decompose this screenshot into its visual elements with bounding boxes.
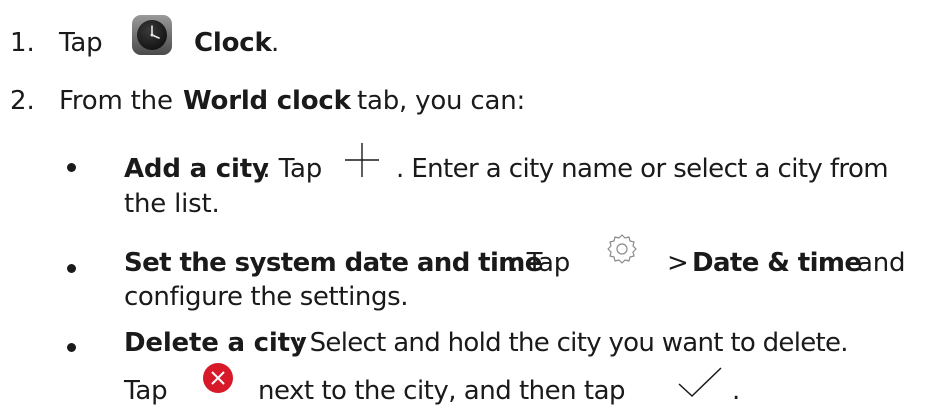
step-number: 2.: [10, 86, 35, 116]
bullet-title: Delete a city: [124, 328, 307, 358]
bullet-text: the list.: [124, 189, 220, 219]
delete-icon: [201, 361, 235, 399]
bullet-title: Add a city: [124, 154, 269, 184]
date-time-label: Date & time: [692, 248, 862, 278]
step-text: Tap: [59, 28, 103, 58]
bullet-text: next to the city, and then tap: [258, 376, 626, 406]
checkmark-icon: [676, 364, 724, 404]
bullet-dot: [67, 343, 76, 352]
clock-app-icon: [131, 14, 173, 60]
bullet-text: : Tap: [510, 248, 571, 278]
bullet-title: Set the system date and time: [124, 248, 542, 278]
plus-icon: [343, 141, 381, 183]
bullet-text: Tap: [124, 376, 168, 406]
bullet-text: : Tap: [262, 154, 323, 184]
bullet-text: : Select and hold the city you want to d…: [294, 328, 849, 358]
step-suffix: .: [271, 28, 280, 58]
gear-icon: [605, 232, 639, 270]
bullet-dot: [67, 163, 76, 172]
world-clock-tab-label: World clock: [183, 86, 351, 116]
step-text: From the: [59, 86, 173, 116]
step-suffix: tab, you can:: [357, 86, 526, 116]
bullet-text: . Enter a city name or select a city fro…: [396, 154, 889, 184]
clock-label: Clock: [194, 28, 272, 58]
bullet-text: and: [857, 248, 906, 278]
bullet-text: .: [732, 376, 741, 406]
step-number: 1.: [10, 28, 35, 58]
bullet-dot: [67, 264, 76, 273]
bullet-text: configure the settings.: [124, 282, 409, 312]
bullet-text: >: [667, 248, 689, 278]
